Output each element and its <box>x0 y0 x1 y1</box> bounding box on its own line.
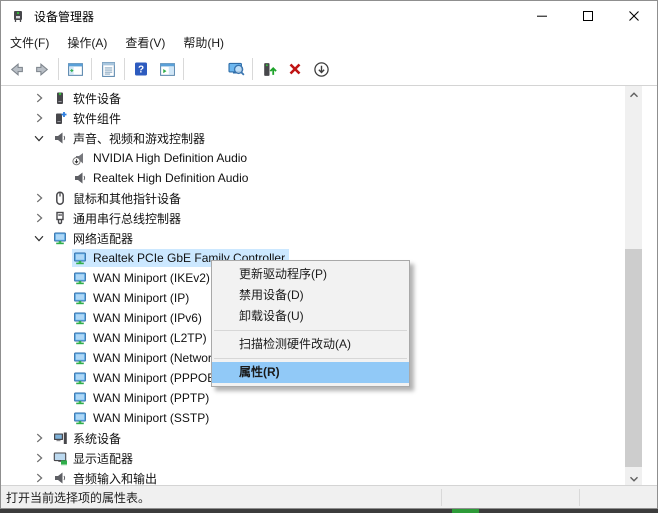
desktop-background <box>0 509 658 513</box>
tree-item-software-devices[interactable]: 软件设备 <box>2 88 657 108</box>
scrollbar-thumb[interactable] <box>625 249 642 467</box>
system-devices-icon <box>52 430 68 446</box>
menubar: 文件(F) 操作(A) 查看(V) 帮助(H) <box>1 31 657 53</box>
tree-item-network-adapters[interactable]: 网络适配器 <box>2 228 657 248</box>
toolbar-separator <box>124 58 125 80</box>
toolbar-separator <box>183 58 184 80</box>
titlebar: 设备管理器 <box>1 1 657 31</box>
menu-action[interactable]: 操作(A) <box>58 31 116 54</box>
statusbar: 打开当前选择项的属性表。 <box>1 485 657 508</box>
display-adapter-icon <box>52 450 68 466</box>
chevron-right-icon[interactable] <box>32 211 46 225</box>
menu-file[interactable]: 文件(F) <box>1 31 58 54</box>
forward-button[interactable] <box>29 57 55 81</box>
scroll-up-button[interactable] <box>625 86 642 103</box>
network-adapter-icon <box>72 330 88 346</box>
update-driver-button[interactable] <box>256 57 282 81</box>
tree-item-realtek-audio[interactable]: Realtek High Definition Audio <box>2 168 657 188</box>
desktop-background <box>452 509 479 513</box>
toolbar-separator <box>91 58 92 80</box>
tree-item-display-adapters[interactable]: 显示适配器 <box>2 448 657 468</box>
scan-hardware-changes-button[interactable] <box>223 57 249 81</box>
show-action-pane-button[interactable] <box>154 57 180 81</box>
chevron-right-icon[interactable] <box>32 91 46 105</box>
toolbar <box>1 53 657 86</box>
status-text: 打开当前选择项的属性表。 <box>6 489 150 506</box>
chevron-right-icon[interactable] <box>32 451 46 465</box>
chevron-right-icon[interactable] <box>32 431 46 445</box>
menu-help[interactable]: 帮助(H) <box>174 31 233 54</box>
menu-item-scan-hardware-changes[interactable]: 扫描检测硬件改动(A) <box>212 334 409 355</box>
close-button[interactable] <box>611 1 657 31</box>
software-device-icon <box>52 90 68 106</box>
speaker-icon <box>72 170 88 186</box>
help-button[interactable] <box>128 57 154 81</box>
chevron-right-icon[interactable] <box>32 471 46 485</box>
menu-view[interactable]: 查看(V) <box>116 31 174 54</box>
speaker-icon <box>52 470 68 486</box>
device-manager-app-icon <box>10 8 26 24</box>
device-manager-window: 设备管理器 文件(F) 操作(A) 查看(V) 帮助(H) <box>0 0 658 509</box>
back-button[interactable] <box>3 57 29 81</box>
tree-item-nvidia-audio[interactable]: NVIDIA High Definition Audio <box>2 148 657 168</box>
chevron-down-icon[interactable] <box>32 131 46 145</box>
chevron-down-icon[interactable] <box>32 231 46 245</box>
tree-item-sound-controllers[interactable]: 声音、视频和游戏控制器 <box>2 128 657 148</box>
minimize-button[interactable] <box>519 1 565 31</box>
window-title: 设备管理器 <box>34 8 94 25</box>
tree-item-usb-controllers[interactable]: 通用串行总线控制器 <box>2 208 657 228</box>
tree-item-wan-pptp[interactable]: WAN Miniport (PPTP) <box>2 388 657 408</box>
maximize-button[interactable] <box>565 1 611 31</box>
vertical-scrollbar[interactable] <box>625 86 642 487</box>
network-adapter-icon <box>72 250 88 266</box>
network-adapter-icon <box>72 370 88 386</box>
tree-item-system-devices[interactable]: 系统设备 <box>2 428 657 448</box>
menu-item-properties[interactable]: 属性(R) <box>212 362 409 383</box>
tree-item-mice[interactable]: 鼠标和其他指针设备 <box>2 188 657 208</box>
chevron-right-icon[interactable] <box>32 191 46 205</box>
menu-separator <box>214 358 407 359</box>
toolbar-separator <box>58 58 59 80</box>
speaker-icon <box>52 130 68 146</box>
network-adapter-icon <box>72 310 88 326</box>
mouse-icon <box>52 190 68 206</box>
show-console-tree-button[interactable] <box>62 57 88 81</box>
menu-separator <box>214 330 407 331</box>
software-component-icon <box>52 110 68 126</box>
menu-item-update-driver[interactable]: 更新驱动程序(P) <box>212 264 409 285</box>
network-adapter-icon <box>52 230 68 246</box>
context-menu: 更新驱动程序(P) 禁用设备(D) 卸载设备(U) 扫描检测硬件改动(A) 属性… <box>211 260 410 387</box>
tree-item-software-components[interactable]: 软件组件 <box>2 108 657 128</box>
network-adapter-icon <box>72 390 88 406</box>
statusbar-divider <box>441 489 442 506</box>
network-adapter-icon <box>72 410 88 426</box>
menu-item-disable-device[interactable]: 禁用设备(D) <box>212 285 409 306</box>
network-adapter-icon <box>72 270 88 286</box>
network-adapter-icon <box>72 290 88 306</box>
usb-icon <box>52 210 68 226</box>
speaker-disabled-icon <box>72 150 88 166</box>
properties-button[interactable] <box>95 57 121 81</box>
uninstall-device-button[interactable] <box>282 57 308 81</box>
statusbar-divider <box>579 489 580 506</box>
disable-device-button[interactable] <box>308 57 334 81</box>
chevron-right-icon[interactable] <box>32 111 46 125</box>
tree-item-wan-sstp[interactable]: WAN Miniport (SSTP) <box>2 408 657 428</box>
network-adapter-icon <box>72 350 88 366</box>
menu-item-uninstall-device[interactable]: 卸载设备(U) <box>212 306 409 327</box>
toolbar-separator <box>252 58 253 80</box>
